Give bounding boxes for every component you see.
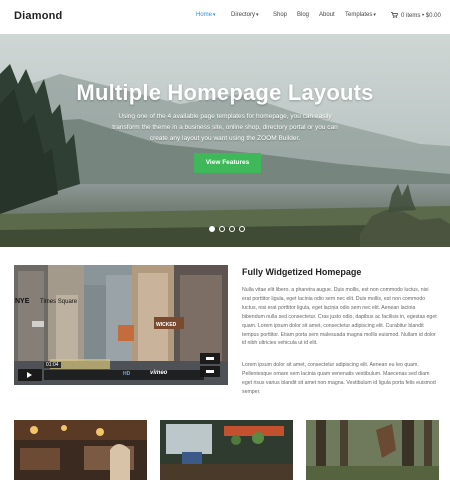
shop-image	[160, 420, 293, 480]
cart-icon	[391, 12, 398, 18]
feature-title: Fully Widgetized Homepage	[242, 267, 362, 277]
video-player[interactable]: NYE Times Square WICKED 01:04 HD vimeo	[14, 265, 228, 385]
nav-templates-label: Templates	[345, 12, 373, 18]
slider-pagination	[209, 226, 249, 234]
restaurant-image	[14, 420, 147, 480]
video-sign-nye: NYE	[15, 298, 30, 305]
video-controls: 01:04 HD vimeo	[18, 362, 224, 381]
chevron-down-icon: ▾	[213, 12, 216, 18]
site-header: Diamond Home▾ Directory▾ Shop Blog About…	[0, 0, 450, 34]
main-nav: Home▾ Directory▾ Shop Blog About Templat…	[0, 12, 450, 22]
slider-dot-2[interactable]	[219, 226, 225, 232]
slider-dot-4[interactable]	[239, 226, 245, 232]
hd-toggle[interactable]: HD	[123, 371, 130, 377]
video-sign-times-square: Times Square	[40, 299, 78, 305]
slider-dot-3[interactable]	[229, 226, 235, 232]
video-time: 01:04	[44, 362, 61, 368]
cart-summary: 0 items • $0.00	[401, 13, 441, 19]
nav-directory[interactable]: Directory▾	[231, 12, 259, 18]
hero-description: Using one of the 4 available page templa…	[112, 113, 338, 142]
feature-paragraph-2: Lorem ipsum dolor sit amet, consectetur …	[242, 362, 436, 395]
play-icon[interactable]	[18, 369, 42, 381]
post-thumbnail[interactable]	[14, 420, 147, 480]
view-features-button[interactable]: View Features	[194, 153, 261, 173]
feature-paragraph-1: Nulla vitae elit libero, a pharetra augu…	[242, 287, 437, 347]
nav-directory-label: Directory	[231, 12, 256, 18]
slider-dot-1[interactable]	[209, 226, 215, 232]
hero-slider: Multiple Homepage Layouts Using one of t…	[0, 34, 450, 247]
nav-blog[interactable]: Blog	[297, 12, 309, 18]
nav-shop[interactable]: Shop	[273, 12, 287, 18]
forest-image	[306, 420, 439, 480]
chevron-down-icon: ▾	[373, 12, 376, 18]
video-sign-wicked: WICKED	[156, 322, 177, 328]
hero-title: Multiple Homepage Layouts	[76, 80, 374, 105]
nav-about[interactable]: About	[319, 12, 335, 18]
nav-home[interactable]: Home▾	[196, 12, 216, 18]
nav-home-label: Home	[196, 12, 213, 18]
vimeo-logo[interactable]: vimeo	[150, 370, 167, 376]
nav-templates[interactable]: Templates▾	[345, 12, 376, 18]
post-thumbnail[interactable]	[160, 420, 293, 480]
chevron-down-icon: ▾	[256, 12, 259, 18]
cart-link[interactable]: 0 items • $0.00	[391, 12, 441, 19]
post-thumbnail[interactable]	[306, 420, 439, 480]
